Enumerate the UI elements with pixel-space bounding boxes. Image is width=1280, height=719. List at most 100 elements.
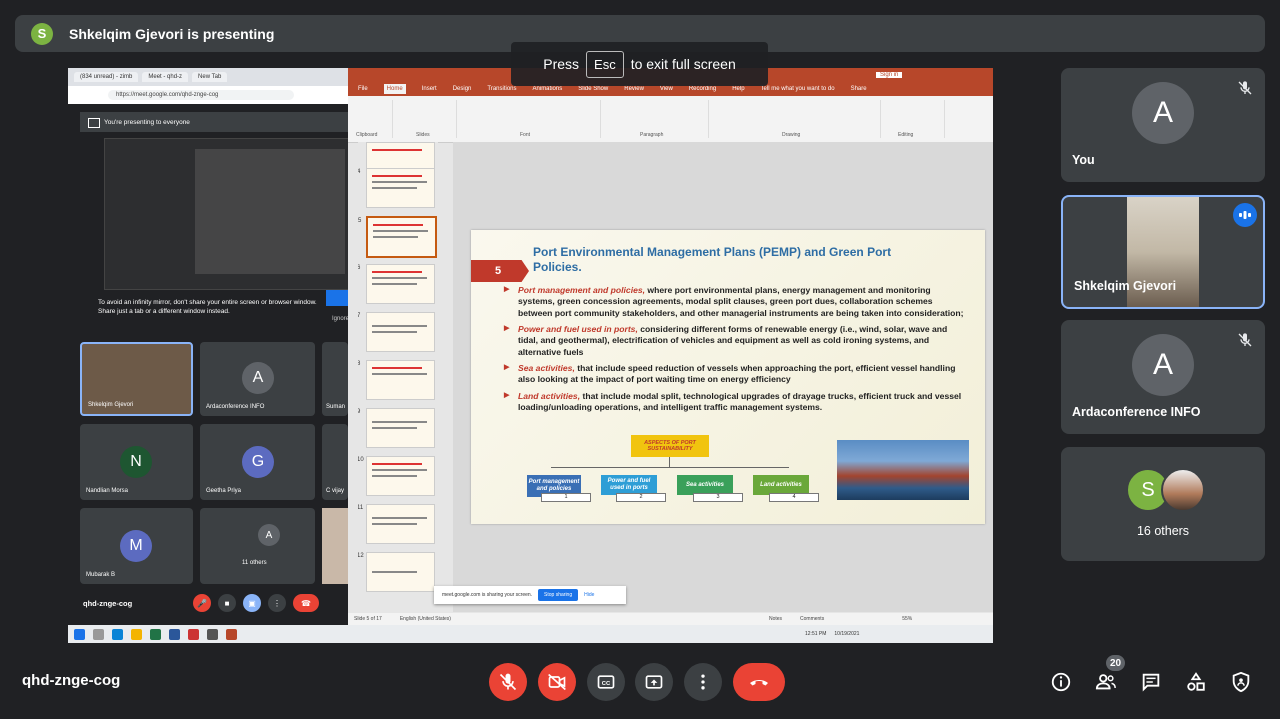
mini-mic-button: 🎤 bbox=[193, 594, 211, 612]
participant-tile[interactable]: A Ardaconference INFO bbox=[1061, 320, 1265, 434]
current-slide: 5 Port Environmental Management Plans (P… bbox=[471, 230, 985, 524]
camera-button[interactable] bbox=[538, 663, 576, 701]
slide-thumb: 4 bbox=[358, 168, 435, 208]
chat-button[interactable] bbox=[1139, 670, 1163, 694]
folder-icon bbox=[131, 628, 142, 640]
ppt-menu-item: Design bbox=[452, 86, 472, 92]
powerpoint-icon bbox=[226, 628, 237, 640]
slide-thumb: 11 bbox=[358, 504, 435, 544]
mic-button[interactable] bbox=[489, 663, 527, 701]
presenter-avatar: S bbox=[31, 22, 53, 45]
slide-bullet: Port management and policies, where port… bbox=[504, 285, 964, 319]
browser-tab: (834 unread) - zimb bbox=[74, 72, 139, 82]
camera-off-icon bbox=[548, 673, 566, 691]
activities-button[interactable] bbox=[1184, 670, 1208, 694]
browser-tab: Meet - qhd-z bbox=[142, 72, 189, 82]
present-button[interactable] bbox=[635, 663, 673, 701]
search-icon bbox=[93, 628, 104, 640]
ppt-menu-item: Review bbox=[624, 86, 644, 92]
chat-icon bbox=[1142, 673, 1160, 692]
share-popup: meet.google.com is sharing your screen. … bbox=[434, 586, 626, 604]
infinity-mirror-message: To avoid an infinity mirror, don't share… bbox=[98, 299, 317, 316]
info-icon bbox=[1051, 672, 1071, 692]
mini-tile: M Mubarak B bbox=[80, 508, 193, 584]
mini-tile: C vijay bbox=[322, 424, 348, 500]
windows-taskbar: 12:51 PM 10/19/2021 bbox=[68, 625, 993, 643]
slide-thumb: 12 bbox=[358, 552, 435, 592]
svg-text:CC: CC bbox=[602, 681, 611, 687]
participant-tile-you[interactable]: A You bbox=[1061, 68, 1265, 182]
mic-off-icon bbox=[1238, 333, 1252, 347]
participant-name: 16 others bbox=[1136, 524, 1190, 538]
mini-leave-button: ☎ bbox=[293, 594, 319, 612]
leave-call-button[interactable] bbox=[733, 663, 785, 701]
mini-tile: A Ardaconference INFO bbox=[200, 342, 315, 416]
slide-bullets: Port management and policies, where port… bbox=[504, 285, 964, 418]
slide-title: Port Environmental Management Plans (PEM… bbox=[533, 245, 892, 274]
browser-tab-strip: (834 unread) - zimb Meet - qhd-z New Tab bbox=[68, 68, 348, 86]
slide-thumb: 6 bbox=[358, 264, 435, 304]
captions-button[interactable]: CC bbox=[587, 663, 625, 701]
presenting-text: Shkelqim Gjevori is presenting bbox=[69, 25, 275, 42]
meeting-details-button[interactable] bbox=[1049, 670, 1073, 694]
people-button[interactable] bbox=[1094, 670, 1118, 694]
participant-tile-others[interactable]: S 16 others bbox=[1061, 447, 1265, 561]
ignore-label: Ignore bbox=[332, 316, 350, 322]
browser-url: https://meet.google.com/qhd-znge-cog bbox=[108, 90, 294, 100]
ppt-menu-item: Share bbox=[850, 86, 867, 92]
mini-tile: N Nandlian Morsa bbox=[80, 424, 193, 500]
mini-tile: G Geetha Priya bbox=[200, 424, 315, 500]
presenting-notice: You're presenting to everyone bbox=[80, 112, 348, 132]
avatar: A bbox=[1132, 334, 1194, 396]
mini-camera-button: ■ bbox=[218, 594, 236, 612]
word-icon bbox=[169, 628, 180, 640]
participant-name: You bbox=[1072, 153, 1095, 167]
ribbon-group: Editing bbox=[884, 100, 945, 138]
slide-number: 5 bbox=[471, 260, 529, 282]
hide-button: Hide bbox=[584, 592, 595, 598]
slide-thumbnails: 4 5 6 7 8 9 10 11 12 bbox=[358, 142, 438, 612]
present-icon bbox=[88, 118, 100, 128]
ppt-ribbon: Clipboard Slides Font Paragraph Drawing … bbox=[348, 96, 993, 143]
ribbon-group: Slides bbox=[396, 100, 457, 138]
shared-screen: (834 unread) - zimb Meet - qhd-z New Tab… bbox=[68, 68, 993, 643]
ppt-menu-item: Tell me what you want to do bbox=[760, 86, 835, 92]
more-vert-icon bbox=[701, 674, 705, 690]
slide-thumb: 10 bbox=[358, 456, 435, 496]
slide-bullet: Power and fuel used in ports, considerin… bbox=[504, 324, 964, 358]
people-icon bbox=[1095, 674, 1116, 690]
stop-sharing-button: Stop sharing bbox=[538, 589, 579, 601]
mic-off-icon bbox=[1238, 81, 1252, 95]
ppt-menu-item: Slide Show bbox=[578, 86, 609, 92]
ppt-menu-item: File bbox=[358, 86, 368, 92]
ribbon-group: Paragraph bbox=[604, 100, 709, 138]
mini-present-button: ▣ bbox=[243, 594, 261, 612]
participant-name: Shkelqim Gjevori bbox=[1074, 279, 1177, 293]
edge-icon bbox=[112, 628, 123, 640]
host-controls-button[interactable] bbox=[1229, 670, 1253, 694]
more-options-button[interactable] bbox=[684, 663, 722, 701]
clock-time: 12:51 PM bbox=[805, 631, 827, 637]
esc-key: Esc bbox=[586, 50, 624, 78]
browser-address-bar: https://meet.google.com/qhd-znge-cog bbox=[68, 86, 348, 104]
ppt-menu-item: Animations bbox=[532, 86, 563, 92]
diagram-box: Land activities bbox=[753, 475, 809, 495]
ribbon-group: Clipboard bbox=[352, 100, 393, 138]
participant-name: Ardaconference INFO bbox=[1072, 405, 1201, 419]
app-icon bbox=[207, 628, 218, 640]
powerpoint-window: Sign in File Home Insert Design Transiti… bbox=[348, 68, 993, 625]
excel-icon bbox=[150, 628, 161, 640]
start-icon bbox=[74, 628, 85, 640]
avatar: A bbox=[1132, 82, 1194, 144]
mini-tile-presenter: Shkelqim Gjevori bbox=[80, 342, 193, 416]
participant-tile-presenter[interactable]: Shkelqim Gjevori bbox=[1061, 195, 1265, 309]
mini-tile: A 11 others bbox=[200, 508, 315, 584]
ppt-menu-item: View bbox=[659, 86, 673, 92]
closed-captions-icon: CC bbox=[597, 675, 615, 689]
diagram-root: ASPECTS OF PORT SUSTAINABILITY bbox=[631, 435, 709, 457]
ppt-menu-item: Help bbox=[732, 86, 745, 92]
presenter-browser: (834 unread) - zimb Meet - qhd-z New Tab… bbox=[68, 68, 350, 643]
clock-date: 10/19/2021 bbox=[834, 631, 860, 637]
mini-more-button: ⋮ bbox=[268, 594, 286, 612]
ribbon-group: Font bbox=[460, 100, 601, 138]
